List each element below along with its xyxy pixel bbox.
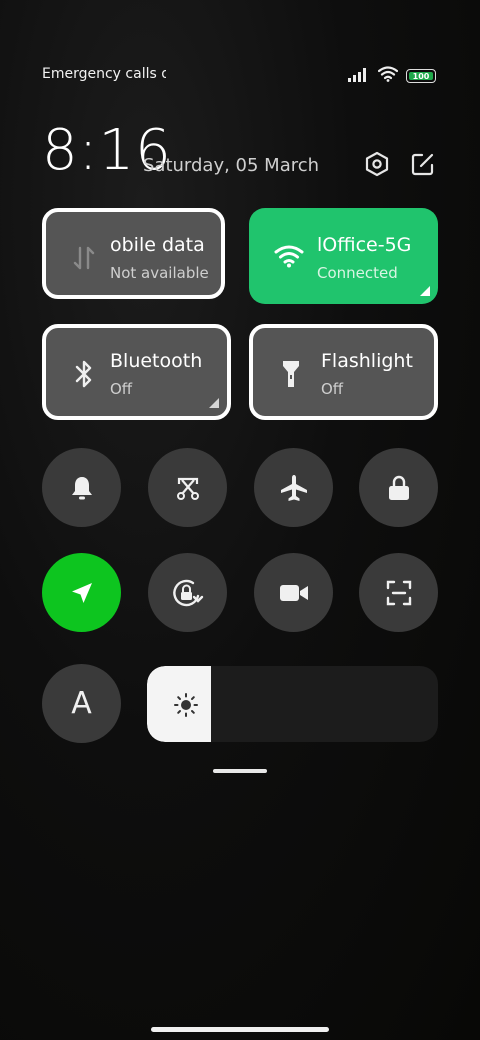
settings-hexagon-icon[interactable] bbox=[363, 150, 391, 178]
bluetooth-icon bbox=[68, 358, 100, 390]
edit-icon[interactable] bbox=[409, 150, 437, 178]
toggle-screen-record[interactable] bbox=[254, 553, 333, 632]
date-text: Saturday, 05 March bbox=[143, 155, 320, 176]
tile-wifi[interactable]: lOffice-5G Connected bbox=[249, 208, 438, 304]
tile-bluetooth[interactable]: Bluetooth Off bbox=[42, 324, 231, 420]
flashlight-icon bbox=[275, 358, 307, 390]
tile-mobile-data[interactable]: obile data Not available bbox=[42, 208, 225, 299]
panel-drag-handle[interactable] bbox=[213, 769, 267, 773]
scan-icon bbox=[386, 580, 411, 605]
tile-title: Flashlight bbox=[321, 350, 413, 372]
home-indicator[interactable] bbox=[151, 1027, 329, 1032]
font-size-button[interactable]: A bbox=[42, 664, 121, 743]
font-size-label: A bbox=[71, 686, 92, 721]
airplane-icon bbox=[280, 474, 307, 501]
tile-subtitle: Off bbox=[321, 380, 344, 398]
status-bar: Emergency calls only bbox=[42, 66, 436, 88]
video-camera-icon bbox=[279, 584, 308, 601]
toggle-airplane[interactable] bbox=[254, 448, 333, 527]
tile-title: lOffice-5G bbox=[317, 234, 412, 256]
toggle-lock-screen[interactable] bbox=[359, 448, 438, 527]
carrier-status-text: Emergency calls only bbox=[42, 66, 166, 82]
expand-corner-icon[interactable] bbox=[209, 398, 219, 408]
expand-corner-icon[interactable] bbox=[420, 286, 430, 296]
toggle-location[interactable] bbox=[42, 553, 121, 632]
battery-level: 100 bbox=[412, 71, 430, 81]
tile-subtitle: Off bbox=[110, 380, 133, 398]
tile-subtitle: Connected bbox=[317, 264, 398, 282]
status-icons: 100 bbox=[348, 66, 436, 86]
wifi-icon bbox=[377, 66, 399, 86]
tile-subtitle: Not available bbox=[110, 264, 209, 282]
battery-icon: 100 bbox=[406, 69, 436, 83]
screenshot-icon bbox=[176, 477, 199, 500]
toggle-scanner[interactable] bbox=[359, 553, 438, 632]
tile-title: Bluetooth bbox=[110, 350, 203, 372]
toggle-screenshot[interactable] bbox=[148, 448, 227, 527]
brightness-slider[interactable] bbox=[147, 666, 438, 742]
toggle-mute[interactable] bbox=[42, 448, 121, 527]
tile-flashlight[interactable]: Flashlight Off bbox=[249, 324, 438, 420]
rotation-lock-icon bbox=[172, 579, 203, 606]
mobile-data-arrows-icon bbox=[68, 242, 100, 274]
toggle-rotation-lock[interactable] bbox=[148, 553, 227, 632]
location-icon bbox=[71, 582, 92, 603]
signal-icon bbox=[348, 67, 370, 86]
bell-icon bbox=[71, 476, 92, 499]
wifi-icon bbox=[273, 240, 305, 272]
lock-icon bbox=[388, 475, 409, 500]
control-center: Emergency calls only bbox=[0, 0, 480, 1040]
sun-icon bbox=[174, 693, 198, 717]
tile-title: obile data bbox=[110, 234, 205, 256]
